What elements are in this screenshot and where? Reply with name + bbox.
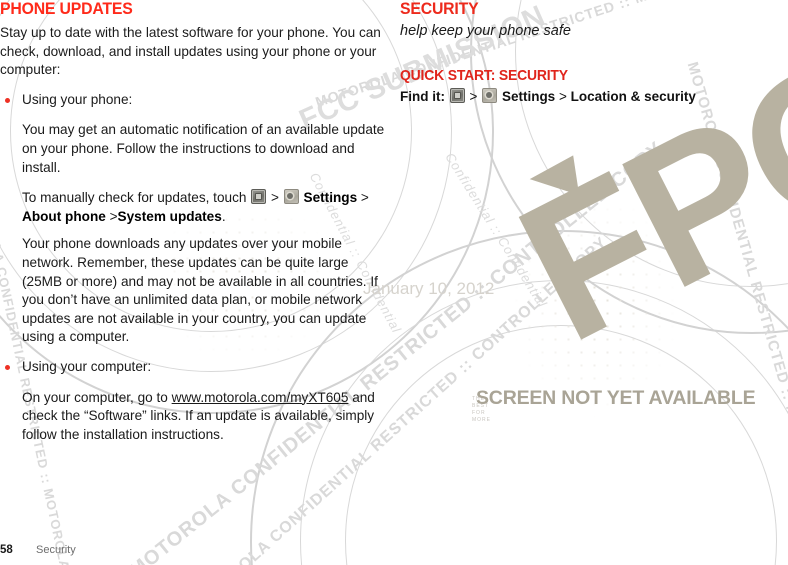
path-period: .	[221, 208, 226, 224]
path-separator-3: >	[109, 208, 118, 224]
find-it-item-location-security[interactable]: Location & security	[571, 89, 696, 104]
find-it-path: Find it: > Settings > Location & securit…	[400, 87, 788, 107]
left-column: PHONE UPDATES Stay up to date with the l…	[0, 0, 392, 444]
motorola-support-link[interactable]: www.motorola.com/myXT605	[172, 390, 349, 405]
right-column: SECURITY help keep your phone safe QUICK…	[400, 0, 788, 107]
manual-check-lead: To manually check for updates, touch	[22, 190, 247, 206]
settings-gear-icon[interactable]	[283, 189, 299, 205]
screen-placeholder-text: SCREEN NOT YET AVAILABLE	[476, 387, 756, 409]
find-it-separator-2: >	[558, 89, 567, 104]
page-title-security: SECURITY	[400, 0, 479, 18]
app-launcher-icon[interactable]	[251, 189, 267, 205]
footer-section-label: Security	[36, 544, 76, 556]
computer-update-pre-link: On your computer, go to	[22, 389, 168, 405]
bullet-label-using-computer: Using your computer:	[22, 358, 152, 374]
list-item-using-computer: Using your computer: On your computer, g…	[0, 358, 392, 444]
computer-update-paragraph: On your computer, go to www.motorola.com…	[22, 389, 392, 445]
bullet-label-using-phone: Using your phone:	[22, 91, 133, 107]
path-separator-1: >	[271, 190, 279, 206]
settings-gear-icon[interactable]	[482, 88, 498, 103]
path-item-system-updates[interactable]: System updates	[118, 209, 222, 224]
find-it-separator-1: >	[469, 89, 478, 104]
manual-check-path: To manually check for updates, touch > S…	[22, 189, 392, 226]
bullet-list: Using your phone: You may get an automat…	[0, 91, 392, 445]
page-title-phone-updates: PHONE UPDATES	[0, 0, 133, 18]
app-launcher-icon[interactable]	[449, 88, 465, 103]
list-item-using-phone: Using your phone: You may get an automat…	[0, 91, 392, 347]
page-number: 58	[0, 544, 13, 556]
intro-paragraph: Stay up to date with the latest software…	[0, 25, 381, 78]
find-it-item-settings[interactable]: Settings	[502, 89, 555, 104]
phone-update-notification-paragraph: You may get an automatic notification of…	[22, 122, 385, 175]
security-subtitle: help keep your phone safe	[400, 23, 571, 39]
mobile-network-download-paragraph: Your phone downloads any updates over yo…	[22, 236, 378, 345]
page-footer: 58 Security	[0, 544, 76, 556]
path-separator-2: >	[360, 190, 369, 206]
page-content: PHONE UPDATES Stay up to date with the l…	[0, 0, 788, 565]
manual-page: MOTOROLA CONFIDENTIAL RESTRICTED :: MOTO…	[0, 0, 788, 565]
path-item-about-phone[interactable]: About phone	[22, 209, 106, 224]
find-it-label: Find it:	[400, 89, 445, 104]
quick-start-heading: QUICK START: SECURITY	[400, 67, 568, 84]
path-item-settings[interactable]: Settings	[304, 190, 358, 205]
